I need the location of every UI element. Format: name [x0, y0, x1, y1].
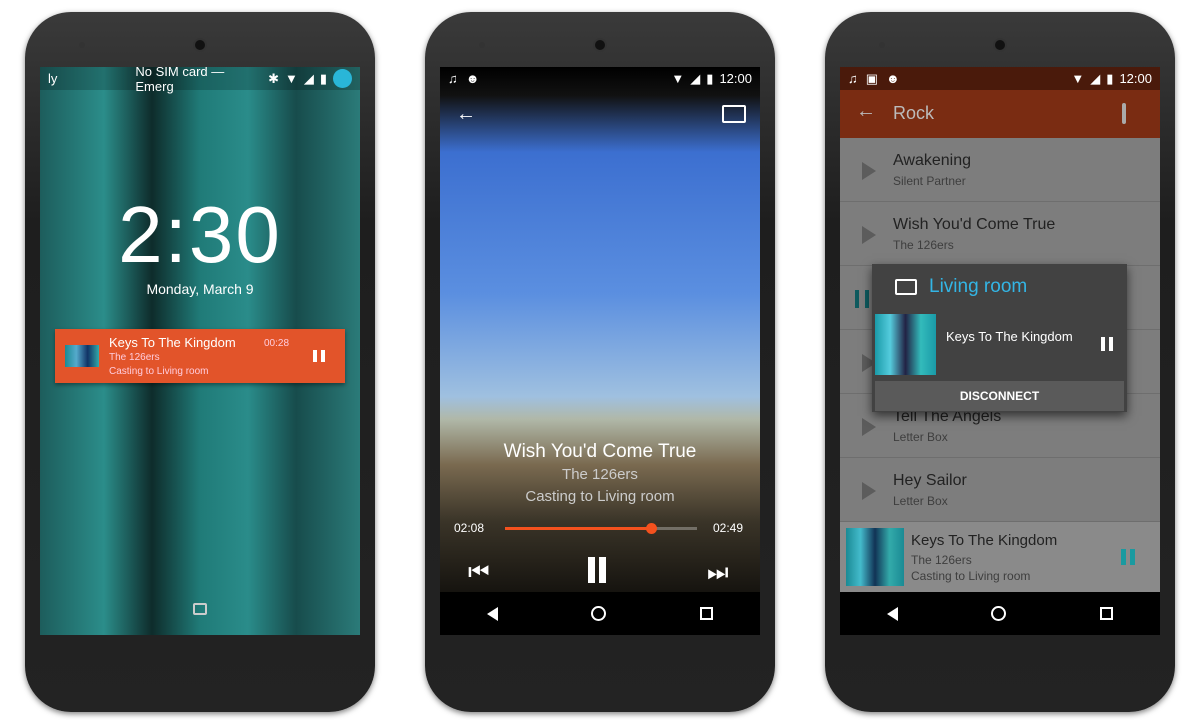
status-clock: 12:00 — [719, 71, 752, 86]
play-icon — [862, 162, 876, 180]
album-art — [875, 314, 936, 375]
nav-bar — [440, 592, 760, 635]
seek-bar[interactable] — [505, 523, 697, 534]
back-arrow-icon[interactable]: ← — [456, 103, 476, 126]
lock-clock: 2:30 — [118, 190, 282, 279]
phone-player: ♫ ☻ ▼ ◢ ▮ 12:00 ← Wish You'd Come True The 1… — [425, 12, 775, 712]
notification-elapsed: 00:28 — [264, 338, 290, 349]
pause-button[interactable] — [1101, 337, 1113, 351]
track-artist: The 126ers — [562, 466, 638, 483]
wifi-icon: ▼ — [284, 71, 298, 86]
mini-artist: The 126ers — [911, 553, 972, 567]
signal-icon: ◢ — [1090, 70, 1101, 86]
disconnect-button[interactable]: DISCONNECT — [875, 381, 1124, 411]
nav-bar — [840, 592, 1160, 635]
mini-player[interactable]: Keys To The Kingdom The 126ers Casting t… — [840, 522, 1160, 592]
pause-button[interactable] — [588, 557, 606, 583]
item-artist: Silent Partner — [893, 174, 966, 188]
list-item[interactable]: Awakening Silent Partner — [840, 138, 1160, 202]
back-nav-icon[interactable] — [486, 606, 498, 621]
play-icon — [862, 226, 876, 244]
android-icon: ☻ — [886, 71, 900, 86]
song-list-screen: ♫ ▣ ☻ ▼ ◢ ▮ 12:00 ← Rock Awakening Silent Part… — [840, 67, 1160, 635]
skip-next-icon[interactable]: ⏭ — [707, 559, 729, 587]
cast-device-name: Living room — [929, 276, 1028, 297]
track-title: Wish You'd Come True — [503, 441, 697, 462]
media-notification[interactable]: Keys To The Kingdom The 126ers Casting t… — [55, 329, 345, 383]
list-item[interactable]: Wish You'd Come True The 126ers — [840, 202, 1160, 266]
lock-icon[interactable] — [193, 603, 207, 615]
status-bar: ♫ ▣ ☻ ▼ ◢ ▮ 12:00 — [840, 67, 1160, 90]
carrier-text: No SIM card — Emerg — [135, 67, 225, 94]
recents-nav-icon[interactable] — [1100, 607, 1114, 620]
item-title: Awakening — [893, 152, 971, 169]
cast-icon[interactable] — [1122, 103, 1126, 124]
play-icon — [862, 482, 876, 500]
item-artist: The 126ers — [893, 238, 954, 252]
lockscreen: ly No SIM card — Emerg ✱ ▼ ◢ ▮ 2:30 Monday,… — [40, 67, 360, 635]
recents-nav-icon[interactable] — [700, 607, 714, 620]
mini-status: Casting to Living room — [911, 569, 1031, 583]
cast-dialog: Living room Keys To The Kingdom DISCONNE… — [872, 264, 1127, 412]
seek-thumb[interactable] — [645, 523, 657, 534]
cast-icon[interactable] — [722, 105, 746, 123]
back-arrow-icon[interactable]: ← — [856, 100, 876, 123]
back-nav-icon[interactable] — [886, 606, 898, 621]
equalizer-icon — [855, 290, 869, 308]
phone-lockscreen: ly No SIM card — Emerg ✱ ▼ ◢ ▮ 2:30 Monday,… — [25, 12, 375, 712]
toolbar-title: Rock — [893, 103, 935, 123]
phone-list: ♫ ▣ ☻ ▼ ◢ ▮ 12:00 ← Rock Awakening Silent Part… — [825, 12, 1175, 712]
status-bar: ♫ ☻ ▼ ◢ ▮ 12:00 — [440, 67, 760, 90]
camera — [993, 38, 1007, 52]
skip-previous-icon[interactable]: ⏮ — [468, 559, 490, 587]
duration-time: 02:49 — [713, 521, 744, 535]
toolbar: ← Rock — [840, 90, 1160, 138]
lock-date: Monday, March 9 — [146, 281, 254, 297]
notification-artist: The 126ers — [109, 352, 160, 363]
status-bar: ly No SIM card — Emerg ✱ ▼ ◢ ▮ — [40, 67, 360, 94]
camera — [193, 38, 207, 52]
elapsed-time: 02:08 — [454, 521, 485, 535]
music-icon: ♫ — [448, 71, 458, 86]
pause-button[interactable] — [1121, 549, 1135, 565]
user-avatar-icon[interactable] — [333, 69, 352, 88]
play-icon — [862, 418, 876, 436]
mini-title: Keys To The Kingdom — [911, 532, 1058, 549]
cast-connected-icon — [895, 279, 917, 295]
camera — [593, 38, 607, 52]
full-player: ♫ ☻ ▼ ◢ ▮ 12:00 ← Wish You'd Come True The 1… — [440, 67, 760, 635]
home-nav-icon[interactable] — [591, 606, 607, 621]
item-title: Wish You'd Come True — [893, 216, 1056, 233]
wifi-icon: ▼ — [671, 71, 685, 86]
music-icon: ♫ — [848, 71, 858, 86]
cast-status: Casting to Living room — [525, 488, 675, 505]
status-clock: 12:00 — [1119, 71, 1152, 86]
list-item[interactable]: Hey Sailor Letter Box — [840, 458, 1160, 522]
image-icon: ▣ — [865, 70, 879, 86]
signal-icon: ◢ — [303, 70, 314, 86]
battery-icon: ▮ — [706, 70, 714, 86]
notification-title: Keys To The Kingdom — [109, 335, 236, 350]
battery-icon: ▮ — [1106, 70, 1114, 86]
dialog-track-title: Keys To The Kingdom — [946, 329, 1073, 344]
signal-icon: ◢ — [690, 70, 701, 86]
pause-button[interactable] — [313, 350, 325, 362]
notification-status: Casting to Living room — [109, 366, 209, 377]
battery-icon: ▮ — [319, 70, 327, 86]
item-artist: Letter Box — [893, 430, 948, 444]
wifi-icon: ▼ — [1071, 71, 1085, 86]
album-art — [846, 528, 904, 586]
album-art — [65, 345, 99, 367]
seek-progress — [505, 527, 651, 530]
item-artist: Letter Box — [893, 494, 948, 508]
home-nav-icon[interactable] — [991, 606, 1007, 621]
status-text: ly — [48, 71, 58, 86]
item-title: Hey Sailor — [893, 472, 967, 489]
bluetooth-icon: ✱ — [268, 70, 279, 86]
android-icon: ☻ — [465, 71, 480, 86]
